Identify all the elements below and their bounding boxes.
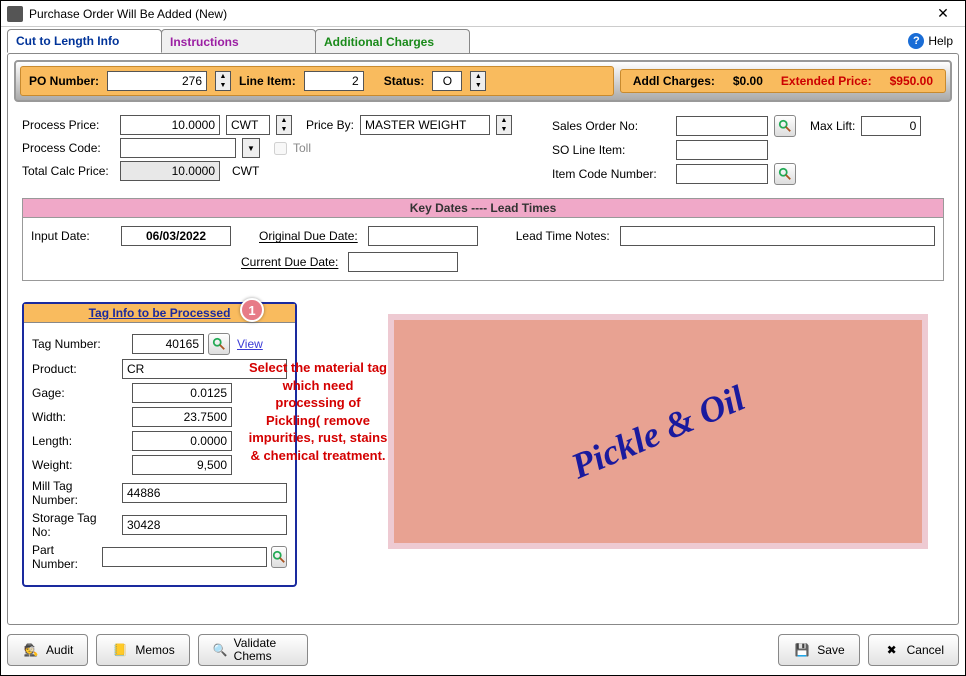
- mill-tag-field[interactable]: [122, 483, 287, 503]
- input-date-field[interactable]: [121, 226, 231, 246]
- tab-instructions[interactable]: Instructions: [161, 29, 316, 53]
- cancel-button[interactable]: ✖ Cancel: [868, 634, 959, 666]
- part-number-label: Part Number:: [32, 543, 98, 571]
- status-label: Status:: [384, 74, 425, 88]
- callout-text: Select the material tag which need proce…: [248, 359, 388, 464]
- preview-box: Pickle & Oil: [388, 314, 928, 549]
- part-number-field[interactable]: [102, 547, 267, 567]
- length-label: Length:: [32, 434, 128, 448]
- save-icon: 💾: [793, 641, 811, 659]
- total-calc-label: Total Calc Price:: [22, 164, 114, 178]
- part-number-lookup[interactable]: [271, 546, 287, 568]
- tag-number-field[interactable]: [132, 334, 204, 354]
- item-code-lookup[interactable]: [774, 163, 796, 185]
- po-number-label: PO Number:: [29, 74, 99, 88]
- po-number-field[interactable]: [107, 71, 207, 91]
- close-button[interactable]: ✕: [927, 3, 959, 25]
- input-date-label: Input Date:: [31, 229, 111, 243]
- lead-notes-label: Lead Time Notes:: [516, 229, 610, 243]
- audit-button[interactable]: 🕵️ Audit: [7, 634, 88, 666]
- item-code-field[interactable]: [676, 164, 768, 184]
- help-link[interactable]: ? Help: [902, 33, 959, 49]
- tab-additional-charges[interactable]: Additional Charges: [315, 29, 470, 53]
- so-line-field[interactable]: [676, 140, 768, 160]
- width-field[interactable]: [132, 407, 232, 427]
- process-price-field[interactable]: [120, 115, 220, 135]
- key-dates-header: Key Dates ---- Lead Times: [23, 199, 943, 218]
- total-calc-unit: CWT: [232, 164, 259, 178]
- addl-charges-value: $0.00: [733, 74, 763, 88]
- toll-checkbox: [274, 142, 287, 155]
- cancel-label: Cancel: [907, 643, 944, 657]
- weight-field[interactable]: [132, 455, 232, 475]
- price-by-field[interactable]: [360, 115, 490, 135]
- audit-label: Audit: [46, 643, 73, 657]
- process-code-label: Process Code:: [22, 141, 114, 155]
- width-label: Width:: [32, 410, 128, 424]
- line-item-label: Line Item:: [239, 74, 296, 88]
- lead-notes-field[interactable]: [620, 226, 935, 246]
- sales-order-field[interactable]: [676, 116, 768, 136]
- tag-number-label: Tag Number:: [32, 337, 128, 351]
- gage-field[interactable]: [132, 383, 232, 403]
- tag-info-header: Tag Info to be Processed: [89, 306, 231, 320]
- app-icon: [7, 6, 23, 22]
- addl-charges-label: Addl Charges:: [633, 74, 715, 88]
- process-price-unit[interactable]: [226, 115, 270, 135]
- weight-label: Weight:: [32, 458, 128, 472]
- length-field[interactable]: [132, 431, 232, 451]
- line-item-field[interactable]: [304, 71, 364, 91]
- extended-price-label: Extended Price:: [781, 74, 872, 88]
- sales-order-lookup[interactable]: [774, 115, 796, 137]
- process-price-label: Process Price:: [22, 118, 114, 132]
- current-due-label: Current Due Date:: [241, 255, 338, 269]
- memos-label: Memos: [135, 643, 174, 657]
- callout-badge: 1: [240, 298, 264, 322]
- process-code-field[interactable]: [120, 138, 236, 158]
- toll-label: Toll: [293, 141, 311, 155]
- status-field[interactable]: [432, 71, 462, 91]
- original-due-label: Original Due Date:: [259, 229, 358, 243]
- help-label: Help: [928, 34, 953, 48]
- current-due-field[interactable]: [348, 252, 458, 272]
- tab-cut-to-length[interactable]: Cut to Length Info: [7, 29, 162, 53]
- preview-text: Pickle & Oil: [565, 376, 751, 487]
- validate-label: Validate Chems: [234, 637, 293, 663]
- sales-order-label: Sales Order No:: [552, 119, 670, 133]
- gage-label: Gage:: [32, 386, 128, 400]
- process-price-unit-spinner[interactable]: ▲▼: [276, 115, 292, 135]
- save-button[interactable]: 💾 Save: [778, 634, 859, 666]
- audit-icon: 🕵️: [22, 641, 40, 659]
- validate-chems-button[interactable]: 🔍 Validate Chems: [198, 634, 308, 666]
- tag-number-lookup[interactable]: [208, 333, 230, 355]
- original-due-field[interactable]: [368, 226, 478, 246]
- so-line-label: SO Line Item:: [552, 143, 670, 157]
- item-code-label: Item Code Number:: [552, 167, 670, 181]
- help-icon: ?: [908, 33, 924, 49]
- window-title: Purchase Order Will Be Added (New): [29, 7, 927, 21]
- save-label: Save: [817, 643, 844, 657]
- summary-bar: PO Number: ▲▼ Line Item: Status: ▲▼ Addl…: [14, 60, 952, 102]
- cancel-icon: ✖: [883, 641, 901, 659]
- price-by-spinner[interactable]: ▲▼: [496, 115, 512, 135]
- maxlift-field[interactable]: [861, 116, 921, 136]
- view-link[interactable]: View: [234, 337, 266, 351]
- storage-tag-label: Storage Tag No:: [32, 511, 118, 539]
- total-calc-field: [120, 161, 220, 181]
- maxlift-label: Max Lift:: [810, 119, 855, 133]
- storage-tag-field[interactable]: [122, 515, 287, 535]
- process-code-dropdown[interactable]: ▼: [242, 138, 260, 158]
- extended-price-value: $950.00: [890, 74, 933, 88]
- po-number-spinner[interactable]: ▲▼: [215, 71, 231, 91]
- memos-button[interactable]: 📒 Memos: [96, 634, 189, 666]
- status-spinner[interactable]: ▲▼: [470, 71, 486, 91]
- validate-icon: 🔍: [213, 641, 228, 659]
- price-by-label: Price By:: [306, 118, 354, 132]
- key-dates-panel: Key Dates ---- Lead Times Input Date: Or…: [22, 198, 944, 281]
- memos-icon: 📒: [111, 641, 129, 659]
- mill-tag-label: Mill Tag Number:: [32, 479, 118, 507]
- product-label: Product:: [32, 362, 118, 376]
